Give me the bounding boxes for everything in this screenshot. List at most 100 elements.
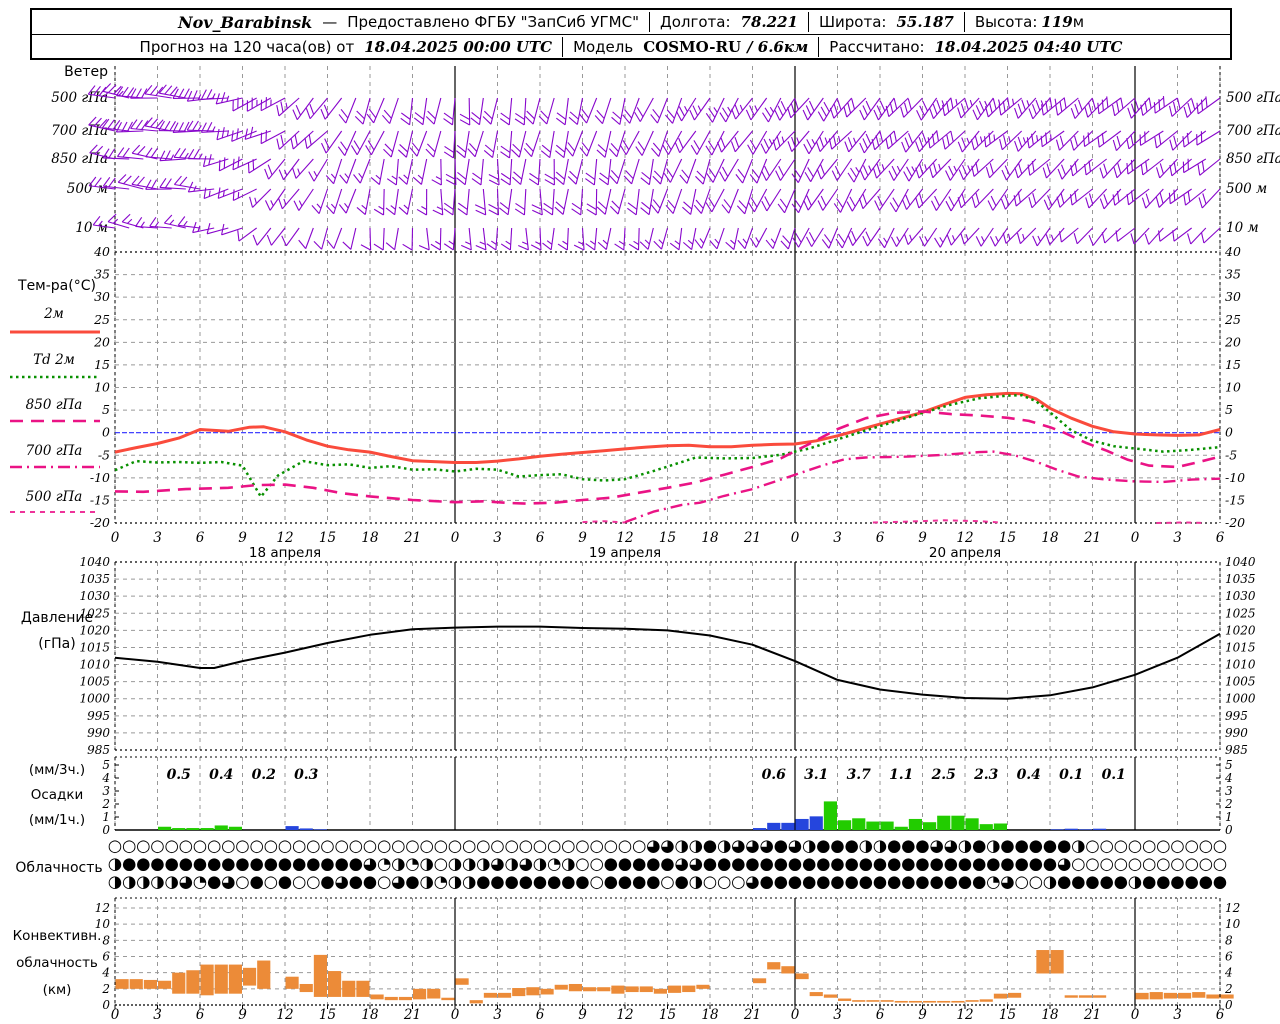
svg-text:1005: 1005 [79,675,110,689]
svg-text:○: ○ [1014,872,1028,891]
convective-bar [682,985,696,993]
svg-text:9: 9 [918,1007,927,1023]
svg-text:1035: 1035 [79,572,110,586]
svg-text:○: ○ [519,836,533,855]
svg-text:○: ○ [363,836,377,855]
svg-text:1: 1 [1225,810,1233,824]
svg-text:●: ● [929,854,943,873]
svg-text:15: 15 [999,1007,1016,1023]
svg-text:12: 12 [616,530,633,546]
svg-text:-10: -10 [90,470,110,485]
svg-text:1040: 1040 [1225,555,1256,569]
svg-text:●: ● [249,854,263,873]
svg-text:(мм/1ч.): (мм/1ч.) [29,812,85,828]
meteogram-figure: Nov_Barabinsk — Предоставлено ФГБУ "ЗапС… [0,0,1280,1024]
svg-text:4: 4 [101,771,110,785]
convective-bar [611,985,625,994]
svg-text:○: ○ [320,836,334,855]
svg-text:0: 0 [1225,425,1233,440]
svg-text:●: ● [179,854,193,873]
svg-text:6: 6 [196,1007,205,1023]
svg-text:0: 0 [1131,1007,1140,1023]
svg-text:◑: ◑ [986,836,1000,855]
svg-text:850 гПа: 850 гПа [51,151,108,167]
svg-text:○: ○ [434,836,448,855]
svg-text:○: ○ [193,836,207,855]
svg-text:Облачность: Облачность [15,860,102,876]
convective-bar [1178,992,1192,999]
svg-text:9: 9 [238,530,247,546]
svg-text:12: 12 [1225,901,1240,915]
convective-bar [186,970,200,994]
svg-text:●: ● [674,872,688,891]
svg-text:-20: -20 [1225,515,1245,530]
cloudiness-panel: Облачность○ ○ ○ ○ ○ ○ ○ ○ ○ ○ ○ ○ ○ ○ ○ ○ ○ ○ ○ ○ ○ ○ ○ ○ ○ ○ ○ ○ ○ ○… [15,836,1227,891]
svg-text:40: 40 [93,244,110,259]
convective-bar [413,988,427,1000]
precip-bar [795,818,809,830]
svg-text:●: ● [830,872,844,891]
convective-bar [1036,950,1050,974]
svg-text:18: 18 [701,1007,719,1023]
svg-text:●: ● [929,872,943,891]
svg-text:●: ● [1000,836,1014,855]
svg-text:985: 985 [1225,743,1248,757]
svg-text:Тем-ра(°C): Тем-ра(°C) [17,278,96,294]
svg-text:(км): (км) [43,982,72,998]
svg-text:0: 0 [1225,823,1233,837]
convective-bar [243,967,257,986]
svg-text:●: ● [816,854,830,873]
svg-text:●: ● [816,872,830,891]
svg-text:◕: ◕ [745,872,759,891]
svg-text:○: ○ [249,836,263,855]
svg-text:Ветер: Ветер [64,64,108,80]
convective-bar [908,1000,922,1003]
svg-text:○: ○ [235,836,249,855]
svg-text:◔: ◔ [547,854,561,873]
svg-text:○: ○ [136,836,150,855]
svg-text:30: 30 [1225,289,1241,304]
svg-text:2м: 2м [43,306,64,322]
svg-text:3: 3 [153,1007,162,1023]
convective-bar [313,954,327,997]
svg-text:○: ○ [1128,854,1142,873]
svg-text:○: ○ [561,836,575,855]
svg-text:10 м: 10 м [75,220,108,236]
svg-text:●: ● [618,872,632,891]
svg-text:0: 0 [102,823,110,837]
svg-text:850 гПа: 850 гПа [1226,151,1280,167]
svg-text:○: ○ [589,836,603,855]
svg-text:◑: ◑ [802,836,816,855]
svg-text:○: ○ [1142,854,1156,873]
svg-text:1005: 1005 [1225,675,1256,689]
svg-text:0: 0 [1131,530,1140,546]
svg-text:●: ● [717,854,731,873]
svg-text:18: 18 [1041,530,1059,546]
precip-bar [1078,829,1092,830]
svg-text:○: ○ [434,854,448,873]
convective-bar [1008,992,1022,998]
svg-text:1.1: 1.1 [889,767,913,783]
svg-text:6: 6 [876,530,885,546]
precip-bar [1050,829,1064,830]
svg-text:●: ● [561,872,575,891]
svg-text:●: ● [207,854,221,873]
svg-text:●: ● [363,872,377,891]
svg-text:◑: ◑ [873,836,887,855]
precip-bar [923,822,937,830]
svg-text:12: 12 [276,1007,293,1023]
svg-text:○: ○ [1156,854,1170,873]
convective-bar [427,988,441,999]
svg-text:Td 2м: Td 2м [33,352,75,368]
svg-text:6: 6 [536,530,545,546]
svg-text:○: ○ [419,836,433,855]
svg-text:○: ○ [306,836,320,855]
svg-text:25: 25 [93,312,110,327]
svg-text:◑: ◑ [391,854,405,873]
convective-bar [838,998,852,1001]
convective-bar [937,1000,951,1003]
precip-bar [880,821,894,830]
svg-text:◑: ◑ [1128,872,1142,891]
svg-text:◕: ◕ [363,854,377,873]
svg-text:700 гПа: 700 гПа [1226,123,1280,139]
